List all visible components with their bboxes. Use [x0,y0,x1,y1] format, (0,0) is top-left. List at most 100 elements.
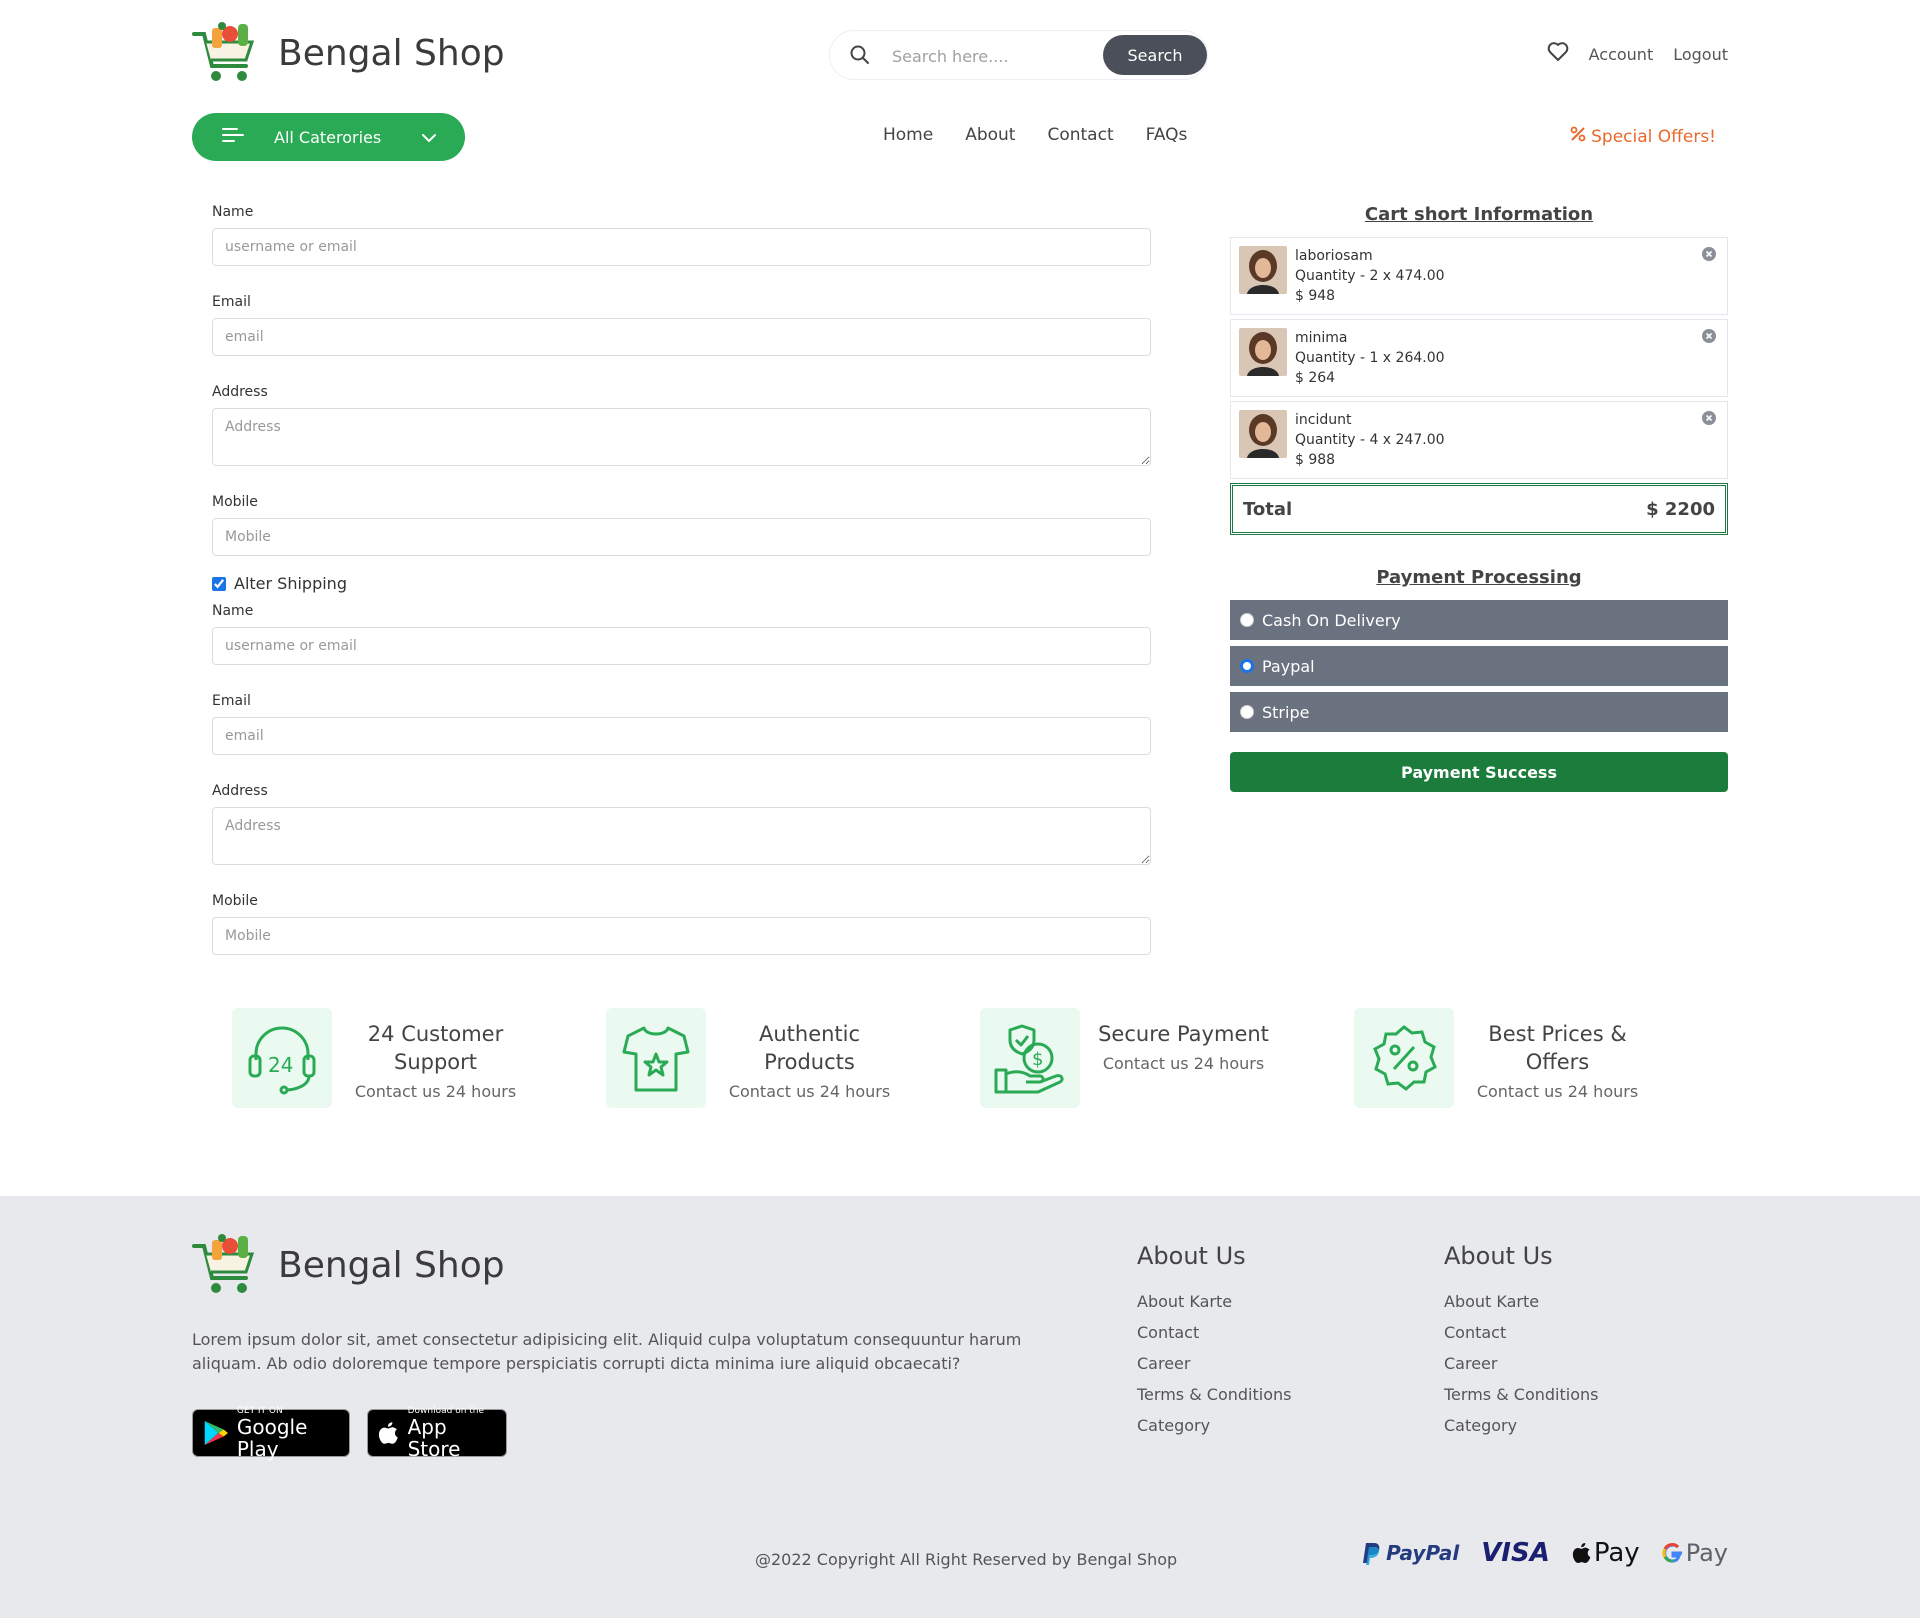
footer-link[interactable]: Terms & Conditions [1444,1385,1598,1404]
payment-logos: PayPal VISA Pay Pay [1362,1538,1728,1568]
billing-email-input[interactable] [212,318,1151,356]
product-thumbnail [1239,328,1287,376]
header-logo[interactable]: Bengal Shop [192,20,505,86]
nav-faqs[interactable]: FAQs [1146,125,1188,145]
shipping-address-input[interactable] [212,807,1151,865]
cart-item: minima Quantity - 1 x 264.00 $ 264 [1230,319,1728,397]
billing-address-input[interactable] [212,408,1151,466]
remove-item-icon[interactable] [1701,328,1717,348]
cart-item-name: laboriosam [1295,248,1373,264]
footer-link[interactable]: Career [1137,1354,1291,1373]
total-value: $ 2200 [1646,498,1715,520]
footer-column: About Us About Karte Contact Career Term… [1444,1242,1598,1447]
billing-mobile-label: Mobile [212,494,258,510]
logout-link[interactable]: Logout [1673,45,1728,64]
apple-pay-text: Pay [1593,1538,1640,1568]
google-pay-logo: Pay [1662,1539,1728,1567]
all-categories-button[interactable]: All Caterories [192,113,465,161]
brand-name: Bengal Shop [278,32,505,74]
feature-subtitle: Contact us 24 hours [728,1082,891,1101]
feature-item: Authentic Products Contact us 24 hours [606,1008,980,1108]
google-play-badge[interactable]: GET IT ON Google Play [192,1406,350,1461]
account-link[interactable]: Account [1589,45,1654,64]
shopping-cart-logo-icon [192,22,255,81]
alter-shipping-label: Alter Shipping [234,574,347,593]
apple-icon [1572,1543,1591,1563]
footer-column-title: About Us [1137,1242,1246,1270]
search-input[interactable] [892,43,1092,69]
payment-option-cod[interactable]: Cash On Delivery [1230,600,1728,640]
radio-button[interactable] [1240,705,1254,719]
google-pay-text: Pay [1685,1539,1728,1567]
footer-link[interactable]: Career [1444,1354,1598,1373]
footer-column: About Us About Karte Contact Career Term… [1137,1242,1291,1447]
payment-option-stripe[interactable]: Stripe [1230,692,1728,732]
features-row: 24 24 Customer Support Contact us 24 hou… [232,1008,1728,1108]
apple-icon [378,1422,398,1444]
apple-pay-logo: Pay [1572,1538,1640,1568]
search-icon[interactable] [850,45,870,69]
cart-item-quantity: Quantity - 4 x 247.00 [1295,432,1445,448]
feature-item: Best Prices & Offers Contact us 24 hours [1354,1008,1728,1108]
google-play-big-text: Google Play [236,1415,308,1461]
billing-email-label: Email [212,294,251,310]
nav-contact[interactable]: Contact [1047,125,1113,145]
shipping-mobile-input[interactable] [212,917,1151,955]
feature-subtitle: Contact us 24 hours [1102,1054,1265,1073]
billing-address-label: Address [212,384,268,400]
nav-about[interactable]: About [965,125,1015,145]
footer-description: Lorem ipsum dolor sit, amet consectetur … [192,1330,1022,1373]
feature-subtitle: Contact us 24 hours [1476,1082,1639,1101]
billing-name-input[interactable] [212,228,1151,266]
product-thumbnail [1239,246,1287,294]
shipping-name-input[interactable] [212,627,1151,665]
footer-link[interactable]: Contact [1137,1323,1291,1342]
payment-option-paypal[interactable]: Paypal [1230,646,1728,686]
percent-icon [1569,125,1587,148]
payment-success-button[interactable]: Payment Success [1230,752,1728,792]
radio-button[interactable] [1240,613,1254,627]
cart-panel: Cart short Information laboriosam Quanti… [1230,204,1728,792]
footer-brand-name: Bengal Shop [278,1244,505,1286]
payment-option-label: Cash On Delivery [1262,610,1401,630]
footer-link[interactable]: Category [1137,1416,1291,1435]
shipping-mobile-label: Mobile [212,893,258,909]
special-offers-link[interactable]: Special Offers! [1569,125,1716,148]
headset-24-icon: 24 [232,1008,332,1108]
app-store-badge[interactable]: Download on the App Store [367,1406,507,1460]
shipping-email-input[interactable] [212,717,1151,755]
cart-item-price: $ 264 [1295,370,1336,386]
footer-link[interactable]: Category [1444,1416,1598,1435]
main-nav: Home About Contact FAQs [883,125,1187,145]
billing-name-label: Name [212,204,254,220]
footer-logo[interactable]: Bengal Shop [192,1232,505,1298]
cart-item: laboriosam Quantity - 2 x 474.00 $ 948 [1230,237,1728,315]
categories-label: All Caterories [274,127,382,147]
wishlist-heart-icon[interactable] [1547,42,1569,66]
search-bar: Search [829,30,1208,80]
footer: Bengal Shop Lorem ipsum dolor sit, amet … [0,1196,1920,1618]
shipping-address-label: Address [212,783,268,799]
feature-title: Authentic Products [758,1022,861,1074]
footer-link[interactable]: About Karte [1137,1292,1291,1311]
nav-home[interactable]: Home [883,125,933,145]
special-offers-label: Special Offers! [1591,126,1716,147]
cart-item: incidunt Quantity - 4 x 247.00 $ 988 [1230,401,1728,479]
footer-link[interactable]: Terms & Conditions [1137,1385,1291,1404]
radio-button-selected[interactable] [1240,659,1254,673]
remove-item-icon[interactable] [1701,410,1717,430]
feature-item: $ Secure Payment Contact us 24 hours [980,1008,1354,1108]
tshirt-star-icon [606,1008,706,1108]
shipping-email-label: Email [212,693,251,709]
percent-badge-icon [1354,1008,1454,1108]
footer-link[interactable]: About Karte [1444,1292,1598,1311]
payment-title: Payment Processing [1376,567,1582,588]
alter-shipping-checkbox[interactable] [212,576,226,591]
remove-item-icon[interactable] [1701,246,1717,266]
feature-item: 24 24 Customer Support Contact us 24 hou… [232,1008,606,1108]
checkout-form: Name Email Address Mobile Alter Shipping… [212,204,1151,983]
search-button[interactable]: Search [1103,35,1207,75]
footer-link[interactable]: Contact [1444,1323,1598,1342]
google-play-icon [204,1420,228,1446]
billing-mobile-input[interactable] [212,518,1151,556]
